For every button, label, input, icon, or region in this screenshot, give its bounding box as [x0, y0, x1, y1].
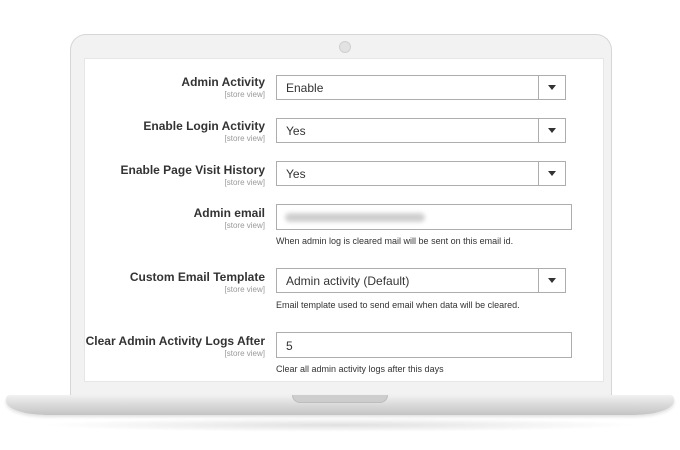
admin-email-field[interactable] — [276, 204, 572, 230]
blurred-email-value — [285, 213, 425, 222]
custom-email-template-label: Custom Email Template — [129, 270, 265, 284]
enable-login-activity-label: Enable Login Activity — [143, 119, 265, 133]
custom-email-template-scope: [store view] — [224, 285, 265, 294]
enable-login-activity-dropdown-button[interactable] — [538, 119, 565, 142]
laptop-shadow — [40, 418, 640, 432]
enable-page-visit-history-select[interactable]: Yes — [276, 161, 566, 186]
chevron-down-icon — [548, 171, 556, 176]
admin-activity-select[interactable]: Enable — [276, 75, 566, 100]
camera-icon — [339, 41, 351, 53]
enable-page-visit-history-label: Enable Page Visit History — [120, 163, 266, 177]
enable-login-activity-select[interactable]: Yes — [276, 118, 566, 143]
admin-email-scope: [store view] — [224, 221, 265, 230]
admin-email-label: Admin email — [193, 206, 265, 220]
clear-logs-after-scope: [store view] — [224, 349, 265, 358]
enable-login-activity-value: Yes — [286, 124, 306, 138]
admin-activity-value: Enable — [286, 81, 324, 95]
admin-activity-label: Admin Activity — [181, 75, 265, 89]
admin-email-note: When admin log is cleared mail will be s… — [276, 236, 514, 246]
custom-email-template-note: Email template used to send email when d… — [276, 300, 520, 310]
chevron-down-icon — [548, 128, 556, 133]
clear-logs-after-field[interactable]: 5 — [276, 332, 572, 358]
clear-logs-after-label: Clear Admin Activity Logs After — [85, 334, 265, 348]
clear-logs-after-value: 5 — [286, 339, 293, 353]
custom-email-template-select[interactable]: Admin activity (Default) — [276, 268, 566, 293]
admin-activity-scope: [store view] — [224, 90, 265, 99]
laptop-notch — [292, 395, 388, 403]
custom-email-template-dropdown-button[interactable] — [538, 269, 565, 292]
chevron-down-icon — [548, 85, 556, 90]
enable-page-visit-history-value: Yes — [286, 167, 306, 181]
enable-page-visit-history-dropdown-button[interactable] — [538, 162, 565, 185]
custom-email-template-value: Admin activity (Default) — [286, 274, 410, 288]
laptop-screen: Admin Activity [store view] Enable Enabl… — [84, 58, 604, 382]
enable-page-visit-history-scope: [store view] — [224, 178, 265, 187]
chevron-down-icon — [548, 278, 556, 283]
admin-activity-dropdown-button[interactable] — [538, 76, 565, 99]
clear-logs-after-note: Clear all admin activity logs after this… — [276, 364, 444, 374]
enable-login-activity-scope: [store view] — [224, 134, 265, 143]
